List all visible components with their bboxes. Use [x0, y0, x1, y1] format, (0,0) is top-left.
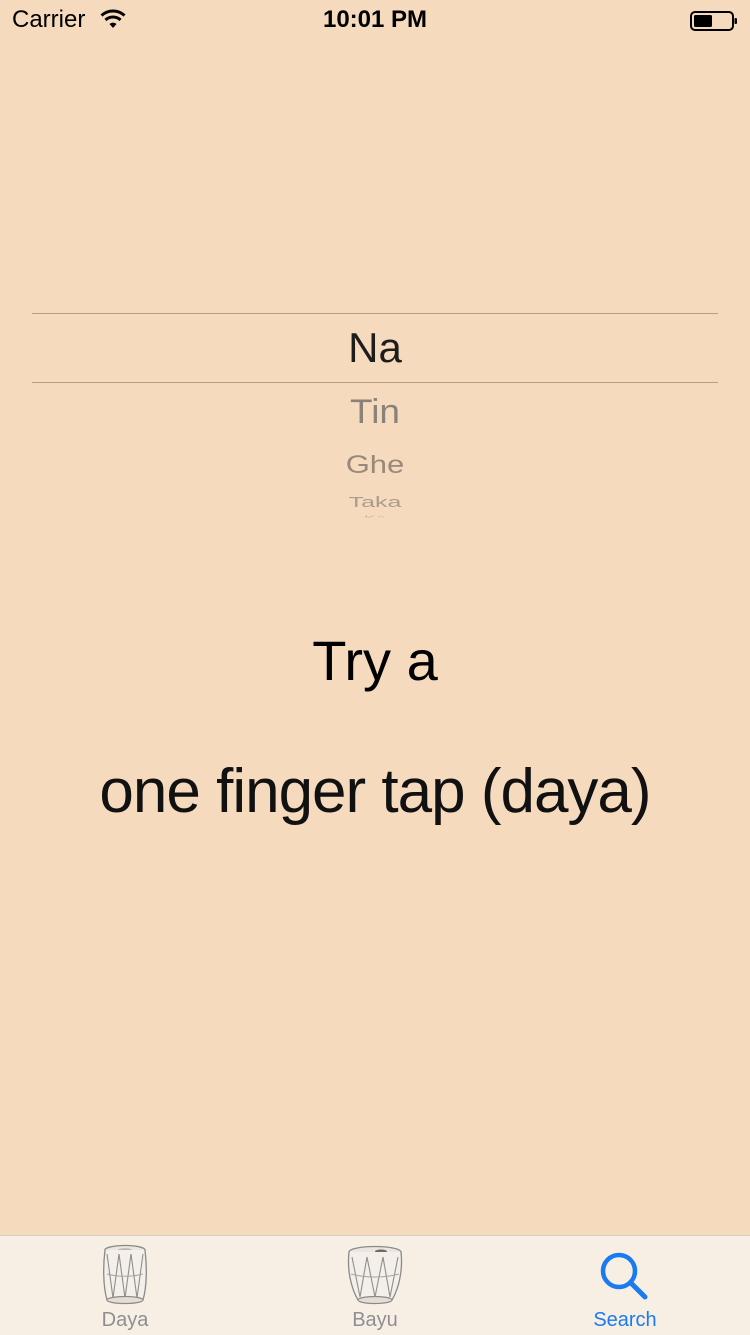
tab-bar: Daya Bayu Search	[0, 1235, 750, 1335]
drum-icon	[103, 1244, 147, 1305]
tab-label: Search	[593, 1309, 657, 1331]
tab-daya[interactable]: Daya	[0, 1236, 250, 1335]
picker-item-selected[interactable]: Na	[32, 321, 718, 375]
status-bar: Carrier 10:01 PM	[0, 0, 750, 40]
picker-selection-line-bottom	[32, 382, 718, 383]
picker-selection-line-top	[32, 313, 718, 314]
tab-bayu[interactable]: Bayu	[250, 1236, 500, 1335]
prompt-title: Try a	[312, 629, 438, 692]
battery-icon	[690, 11, 737, 31]
clock: 10:01 PM	[322, 6, 428, 33]
bol-picker[interactable]: Na Tin Ghe Taka Ka	[32, 270, 718, 530]
search-icon	[600, 1252, 648, 1300]
tab-search[interactable]: Search	[500, 1236, 750, 1335]
picker-item[interactable]: Ka	[32, 515, 718, 518]
picker-item[interactable]: Ghe	[32, 450, 718, 480]
gesture-instruction: one finger tap (daya)	[99, 757, 651, 826]
picker-item[interactable]: Tin	[32, 392, 718, 432]
drum-icon	[347, 1245, 403, 1305]
tab-label: Bayu	[352, 1309, 398, 1331]
picker-item[interactable]: Taka	[32, 493, 718, 511]
tab-label: Daya	[101, 1309, 149, 1331]
